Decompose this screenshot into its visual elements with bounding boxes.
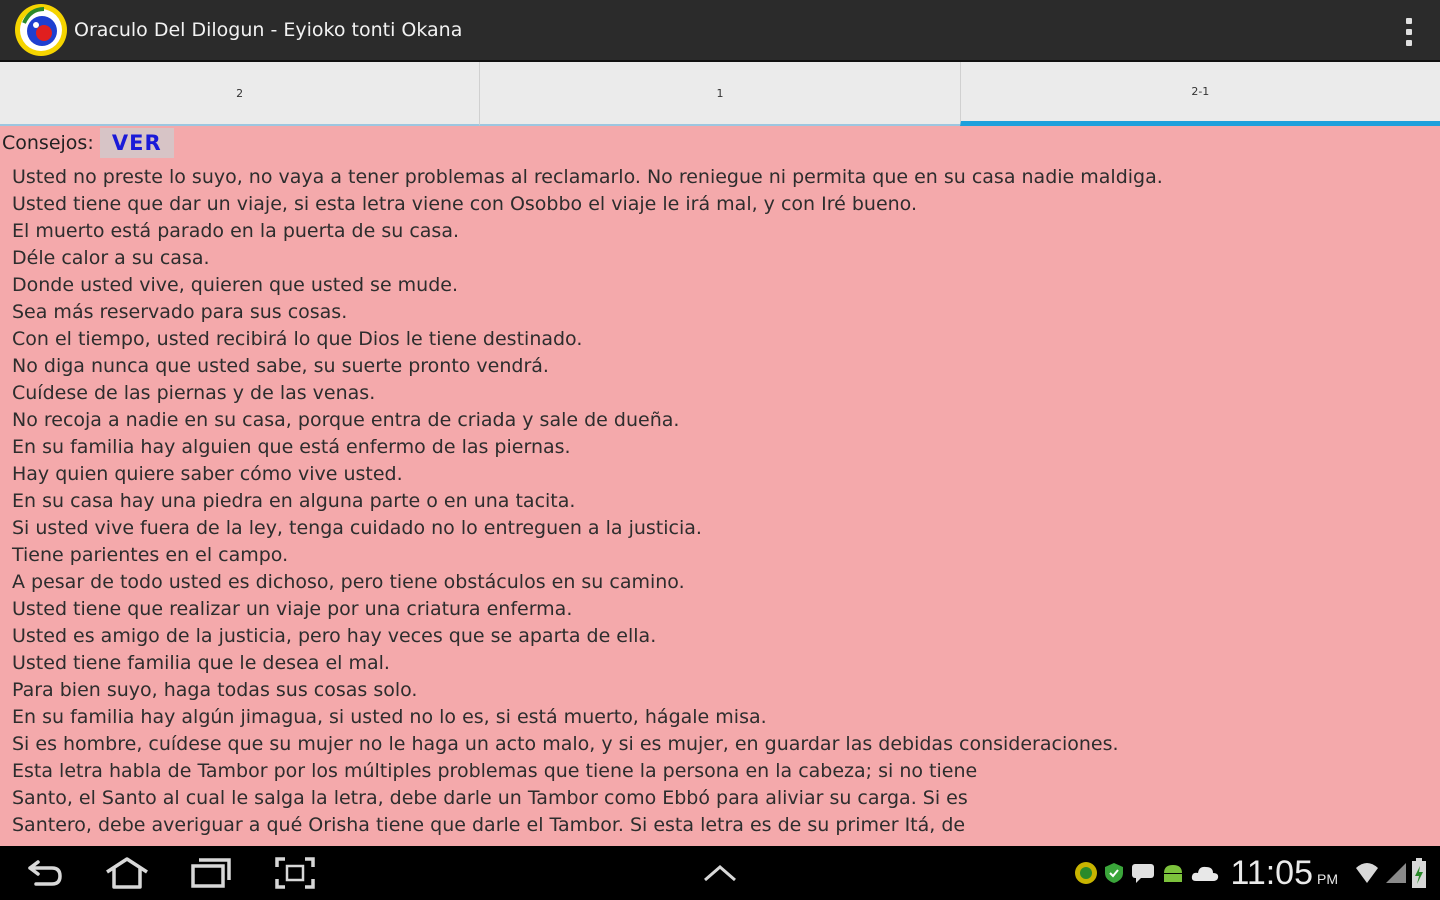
tab-1[interactable]: 1 (479, 62, 960, 126)
text-line: Usted no preste lo suyo, no vaya a tener… (12, 166, 1163, 188)
chat-icon[interactable] (1130, 861, 1156, 885)
clock: 11:05 (1230, 853, 1313, 892)
text-line: Para bien suyo, haga todas sus cosas sol… (12, 679, 418, 701)
recent-apps-icon[interactable] (190, 856, 232, 890)
advice-text: Usted no preste lo suyo, no vaya a tener… (12, 164, 1163, 839)
text-line: Santero, debe averiguar a qué Orisha tie… (12, 814, 966, 836)
clock-ampm: PM (1317, 871, 1338, 887)
text-line: Si usted vive fuera de la ley, tenga cui… (12, 517, 702, 539)
text-line: No diga nunca que usted sabe, su suerte … (12, 355, 549, 377)
tab-bar: 2 1 2-1 (0, 62, 1440, 126)
status-area: 11:05 PM (1070, 846, 1440, 900)
text-line: En su casa hay una piedra en alguna part… (12, 490, 576, 512)
consejos-label: Consejos: (2, 132, 94, 154)
wifi-icon (1356, 863, 1378, 883)
text-line: En su familia hay alguien que está enfer… (12, 436, 571, 458)
text-line: Cuídese de las piernas y de las venas. (12, 382, 376, 404)
text-line: Con el tiempo, usted recibirá lo que Dio… (12, 328, 583, 350)
tab-2-1[interactable]: 2-1 (959, 62, 1440, 126)
app-title: Oraculo Del Dilogun - Eyioko tonti Okana (74, 19, 463, 41)
overflow-menu-icon[interactable] (1404, 18, 1414, 46)
text-line: Usted es amigo de la justicia, pero hay … (12, 625, 657, 647)
text-line: Hay quien quiere saber cómo vive usted. (12, 463, 403, 485)
tab-2[interactable]: 2 (0, 62, 480, 126)
signal-icon (1386, 863, 1406, 883)
text-line: Sea más reservado para sus cosas. (12, 301, 348, 323)
text-line: Usted tiene que realizar un viaje por un… (12, 598, 573, 620)
consejos-row: Consejos: VER (0, 128, 174, 158)
text-line: A pesar de todo usted es dichoso, pero t… (12, 571, 685, 593)
chevron-up-icon[interactable] (702, 856, 738, 890)
battery-charging-icon (1412, 858, 1426, 888)
text-line: Santo, el Santo al cual le salga la letr… (12, 787, 968, 809)
home-icon[interactable] (104, 856, 150, 890)
text-line: Donde usted vive, quieren que usted se m… (12, 274, 459, 296)
text-line: Tiene parientes en el campo. (12, 544, 289, 566)
action-bar: Oraculo Del Dilogun - Eyioko tonti Okana (0, 0, 1440, 62)
shield-icon[interactable] (1102, 861, 1126, 885)
text-line: Usted tiene que dar un viaje, si esta le… (12, 193, 918, 215)
text-line: No recoja a nadie en su casa, porque ent… (12, 409, 680, 431)
screenshot-icon[interactable] (274, 856, 316, 890)
ver-button[interactable]: VER (99, 128, 174, 158)
notification-app-icon[interactable] (1074, 861, 1098, 885)
text-line: El muerto está parado en la puerta de su… (12, 220, 460, 242)
system-nav-bar: 11:05 PM (0, 846, 1440, 900)
dilogun-app-icon[interactable] (14, 3, 68, 57)
text-line: Esta letra habla de Tambor por los múlti… (12, 760, 978, 782)
text-line: Déle calor a su casa. (12, 247, 210, 269)
text-line: En su familia hay algún jimagua, si uste… (12, 706, 767, 728)
text-line: Usted tiene familia que le desea el mal. (12, 652, 390, 674)
android-icon[interactable] (1160, 861, 1186, 885)
back-icon[interactable] (24, 856, 64, 890)
cloud-icon[interactable] (1190, 861, 1220, 885)
text-line: Si es hombre, cuídese que su mujer no le… (12, 733, 1119, 755)
